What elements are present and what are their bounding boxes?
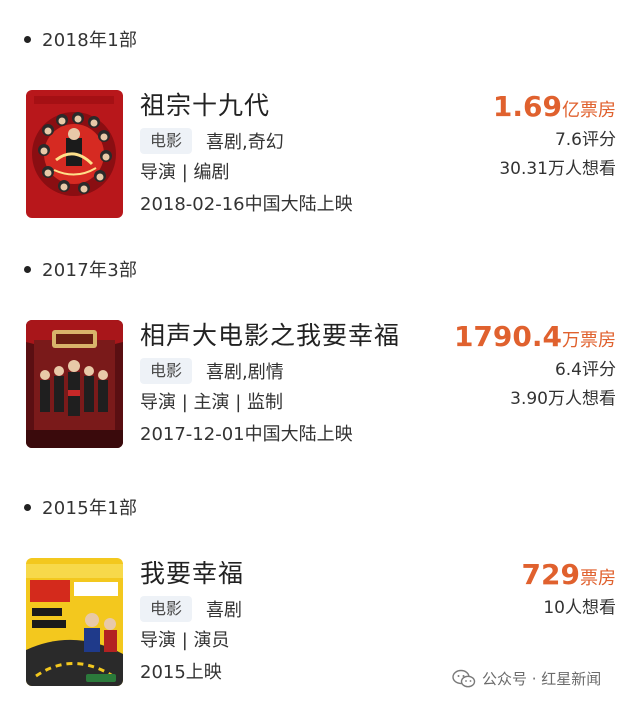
box-office-unit: 票房: [580, 568, 616, 589]
box-office: 1.69亿票房: [396, 90, 616, 124]
watermark: 公众号 · 红星新闻: [452, 668, 601, 689]
box-office: 1790.4万票房: [396, 320, 616, 354]
type-tag: 电影: [140, 128, 193, 154]
year-header-2017: 2017年3部: [24, 257, 137, 281]
type-tag: 电影: [140, 358, 193, 384]
movie-poster[interactable]: [26, 90, 123, 218]
genre-text: 喜剧,奇幻: [206, 132, 284, 153]
score-text: 7.6评分: [554, 130, 616, 150]
type-tag: 电影: [140, 596, 193, 622]
genre-text: 喜剧,剧情: [206, 362, 284, 383]
wechat-icon: [452, 669, 476, 687]
movie-title[interactable]: 相声大电影之我要幸福: [140, 320, 440, 352]
want-to-see-text: 3.90万人想看: [510, 389, 616, 409]
watermark-text: 公众号 · 红星新闻: [482, 670, 602, 688]
year-label: 2017年3部: [42, 260, 138, 281]
release-text: 2018-02-16中国大陆上映: [140, 194, 353, 215]
year-header-2018: 2018年1部: [24, 27, 137, 51]
movie-poster[interactable]: [26, 320, 123, 448]
box-office-number: 1.69: [492, 90, 562, 123]
roles-text: 导演 | 编剧: [140, 162, 230, 183]
movie-card[interactable]: 祖宗十九代 电影 喜剧,奇幻 导演 | 编剧 2018-02-16中国大陆上映 …: [26, 90, 616, 220]
box-office-number: 729: [521, 558, 580, 591]
box-office-unit: 亿票房: [562, 100, 616, 121]
year-label: 2018年1部: [42, 30, 138, 51]
want-to-see-text: 10人想看: [543, 598, 616, 618]
year-label: 2015年1部: [42, 498, 138, 519]
year-header-2015: 2015年1部: [24, 495, 137, 519]
release-text: 2015上映: [140, 662, 222, 683]
genre-text: 喜剧: [206, 600, 243, 621]
roles-text: 导演 | 演员: [140, 630, 230, 651]
roles-text: 导演 | 主演 | 监制: [140, 392, 284, 413]
movie-card[interactable]: 相声大电影之我要幸福 电影 喜剧,剧情 导演 | 主演 | 监制 2017-12…: [26, 320, 616, 450]
movie-title[interactable]: 我要幸福: [140, 558, 440, 590]
movie-title[interactable]: 祖宗十九代: [140, 90, 440, 122]
bullet-dot: [24, 265, 31, 273]
want-to-see-text: 30.31万人想看: [499, 159, 616, 179]
box-office-number: 1790.4: [453, 320, 562, 353]
release-text: 2017-12-01中国大陆上映: [140, 424, 353, 445]
bullet-dot: [24, 35, 31, 43]
bullet-dot: [24, 503, 31, 511]
box-office-unit: 万票房: [562, 330, 616, 351]
score-text: 6.4评分: [554, 360, 616, 380]
box-office: 729票房: [396, 558, 616, 592]
movie-poster[interactable]: [26, 558, 123, 686]
